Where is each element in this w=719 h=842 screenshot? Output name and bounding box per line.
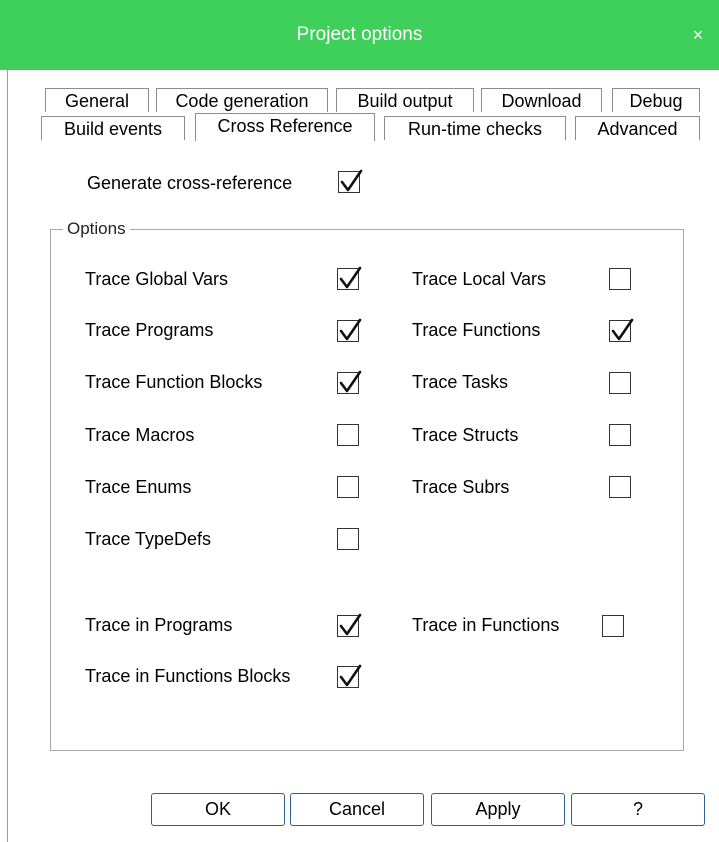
generate-cross-reference-label: Generate cross-reference: [87, 173, 293, 193]
help-button[interactable]: ?: [571, 793, 705, 826]
trace-programs-checkbox[interactable]: [337, 318, 362, 342]
tab-advanced[interactable]: Advanced: [575, 116, 700, 140]
tab-code-generation[interactable]: Code generation: [156, 88, 328, 112]
trace-subrs-checkbox[interactable]: [609, 476, 631, 498]
trace-local-vars-checkbox[interactable]: [609, 268, 631, 290]
checkmark-icon: [339, 266, 362, 289]
option-label: Trace in Functions: [412, 615, 560, 635]
trace-macros-checkbox[interactable]: [337, 424, 359, 446]
option-label: Trace Function Blocks: [85, 372, 263, 392]
generate-cross-reference-checkbox[interactable]: [338, 169, 363, 193]
checkmark-icon: [340, 169, 363, 192]
trace-typedefs-checkbox[interactable]: [337, 528, 359, 550]
checkmark-icon: [339, 318, 362, 341]
tab-run-time-checks[interactable]: Run-time checks: [384, 116, 566, 140]
trace-tasks-checkbox[interactable]: [609, 372, 631, 394]
options-group-label: Options: [63, 219, 130, 239]
tab-build-events[interactable]: Build events: [41, 116, 185, 140]
window-border: [7, 70, 8, 842]
option-label: Trace Tasks: [412, 372, 509, 392]
checkmark-icon: [339, 664, 362, 687]
option-label: Trace Programs: [85, 320, 214, 340]
trace-in-programs-checkbox[interactable]: [337, 613, 362, 637]
checkmark-icon: [339, 613, 362, 636]
trace-functions-checkbox[interactable]: [609, 318, 634, 342]
option-label: Trace TypeDefs: [85, 529, 212, 549]
apply-button[interactable]: Apply: [431, 793, 565, 826]
title-bar: Project options ×: [0, 0, 719, 70]
close-icon[interactable]: ×: [687, 22, 709, 48]
tab-debug[interactable]: Debug: [612, 88, 700, 112]
checkmark-icon: [339, 370, 362, 393]
trace-enums-checkbox[interactable]: [337, 476, 359, 498]
trace-in-functions-checkbox[interactable]: [602, 615, 624, 637]
option-label: Trace Enums: [85, 477, 192, 497]
option-label: Trace in Programs: [85, 615, 233, 635]
option-label: Trace in Functions Blocks: [85, 666, 291, 686]
checkmark-icon: [611, 318, 634, 341]
trace-global-vars-checkbox[interactable]: [337, 266, 362, 290]
tab-general[interactable]: General: [45, 88, 149, 112]
option-label: Trace Global Vars: [85, 269, 229, 289]
option-label: Trace Local Vars: [412, 269, 547, 289]
option-label: Trace Functions: [412, 320, 541, 340]
window-title: Project options: [296, 24, 423, 45]
tab-download[interactable]: Download: [481, 88, 602, 112]
option-label: Trace Subrs: [412, 477, 510, 497]
trace-structs-checkbox[interactable]: [609, 424, 631, 446]
option-label: Trace Structs: [412, 425, 519, 445]
trace-in-functions-blocks-checkbox[interactable]: [337, 664, 362, 688]
option-label: Trace Macros: [85, 425, 195, 445]
ok-button[interactable]: OK: [151, 793, 285, 826]
cancel-button[interactable]: Cancel: [290, 793, 424, 826]
tab-build-output[interactable]: Build output: [336, 88, 474, 112]
tab-cross-reference[interactable]: Cross Reference: [195, 113, 375, 141]
trace-function-blocks-checkbox[interactable]: [337, 370, 362, 394]
